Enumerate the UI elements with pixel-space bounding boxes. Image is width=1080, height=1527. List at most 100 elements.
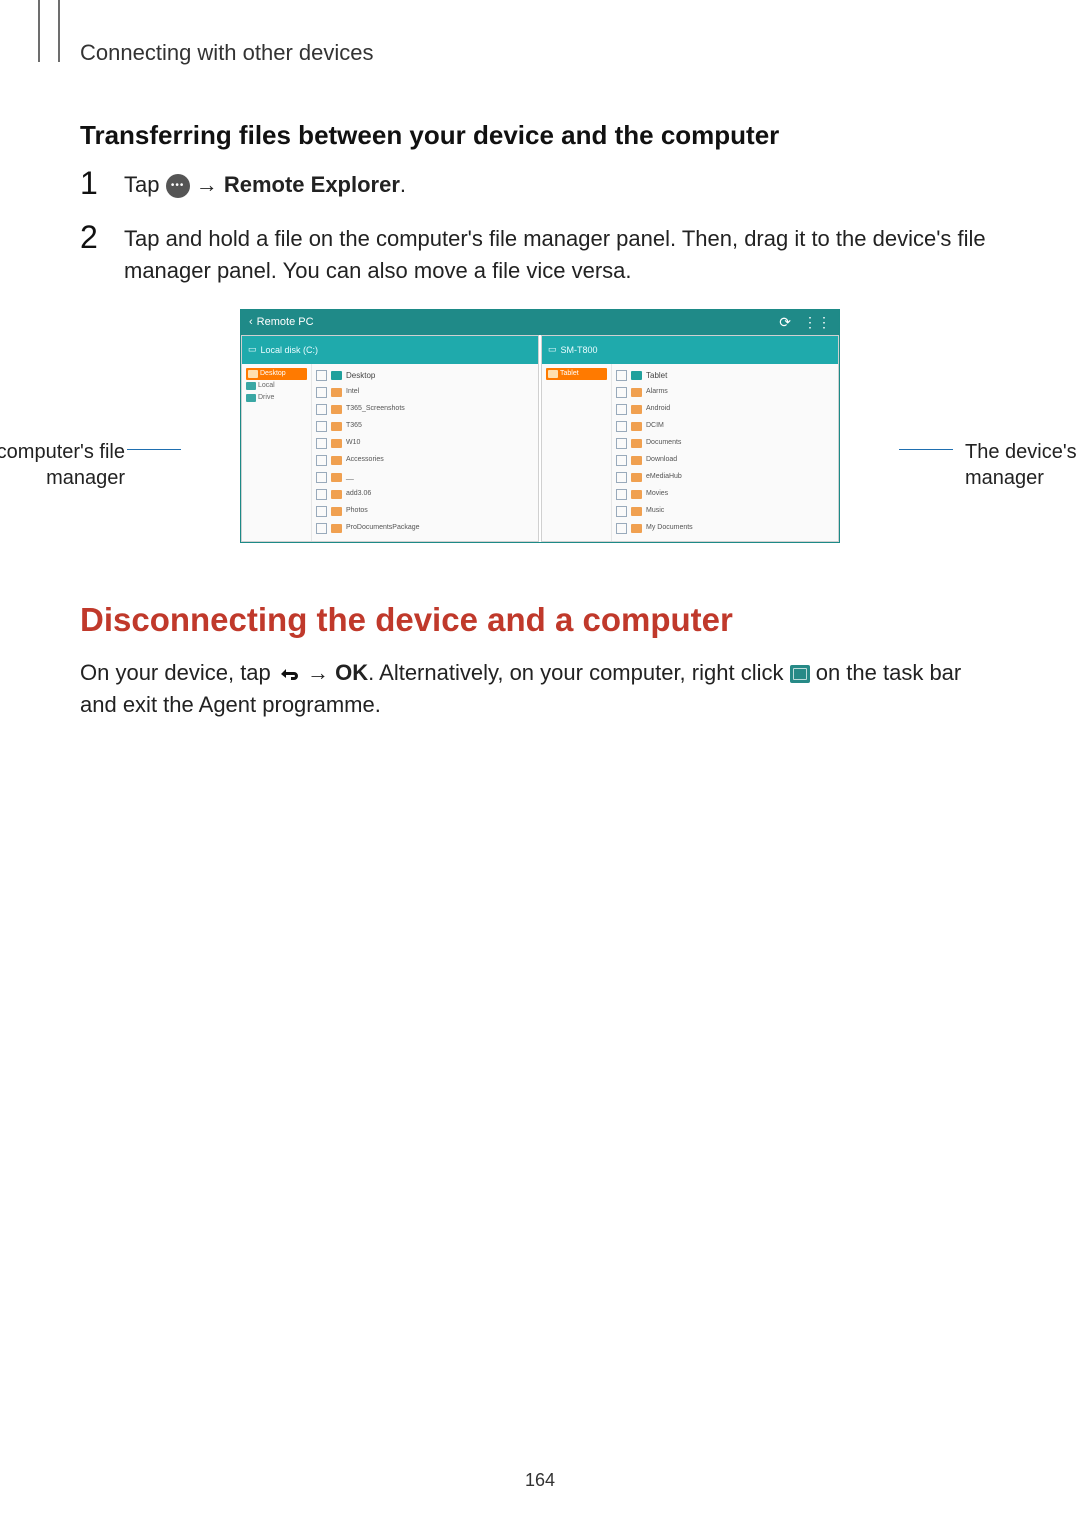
list-item[interactable]: DCIM	[616, 418, 832, 435]
callout-right: The device's file manager	[965, 439, 1080, 491]
step-1-pre: Tap	[124, 172, 166, 197]
computer-file-pane[interactable]: ▭ Local disk (C:) Desktop Local Drive Desk…	[241, 335, 539, 542]
grid-view-icon[interactable]: ⋮⋮	[803, 314, 831, 331]
disconnect-arrow: →	[307, 660, 335, 685]
tree-item-label: Local	[258, 382, 275, 389]
page-number: 164	[0, 1470, 1080, 1491]
list-item[interactable]: Accessories	[316, 452, 532, 469]
checkbox[interactable]	[316, 438, 327, 449]
list-item[interactable]: ProDocumentsPackage	[316, 520, 532, 537]
tree-item[interactable]: Tablet	[546, 368, 607, 380]
subheading: Transferring files between your device a…	[80, 120, 1000, 151]
monitor-icon: ▭	[248, 344, 257, 355]
tree-item-label: Tablet	[560, 370, 579, 377]
list-item[interactable]: Intel	[316, 384, 532, 401]
checkbox[interactable]	[616, 421, 627, 432]
folder-icon	[631, 524, 642, 533]
select-all-checkbox[interactable]	[316, 370, 327, 381]
list-item[interactable]: My Documents	[616, 520, 832, 537]
running-header: Connecting with other devices	[80, 40, 1000, 66]
device-file-pane[interactable]: ▭ SM-T800 Tablet Tablet A	[541, 335, 839, 542]
checkbox[interactable]	[316, 455, 327, 466]
checkbox[interactable]	[616, 472, 627, 483]
folder-icon	[248, 370, 258, 378]
folder-icon	[331, 371, 342, 380]
disconnect-mid: . Alternatively, on your computer, right…	[368, 660, 789, 685]
computer-pane-header: ▭ Local disk (C:)	[242, 336, 538, 364]
folder-icon	[631, 456, 642, 465]
list-item[interactable]: Music	[616, 503, 832, 520]
folder-icon	[631, 507, 642, 516]
item-name: Download	[646, 456, 677, 464]
device-pane-header-label: SM-T800	[561, 345, 598, 355]
list-item[interactable]: W10	[316, 435, 532, 452]
folder-icon	[331, 439, 342, 448]
folder-icon	[631, 388, 642, 397]
list-item[interactable]: Download	[616, 452, 832, 469]
computer-pane-header-label: Local disk (C:)	[261, 345, 319, 355]
refresh-icon[interactable]: ⟳	[779, 314, 791, 331]
select-all-checkbox[interactable]	[616, 370, 627, 381]
device-pane-header: ▭ SM-T800	[542, 336, 838, 364]
item-name: Android	[646, 405, 670, 413]
checkbox[interactable]	[616, 387, 627, 398]
folder-icon	[631, 473, 642, 482]
list-item[interactable]: Documents	[616, 435, 832, 452]
computer-breadcrumb: Desktop	[346, 371, 375, 380]
checkbox[interactable]	[316, 421, 327, 432]
checkbox[interactable]	[616, 489, 627, 500]
item-name: Movies	[646, 490, 668, 498]
list-item[interactable]: eMediaHub	[616, 469, 832, 486]
checkbox[interactable]	[316, 387, 327, 398]
tree-item[interactable]: Drive	[246, 392, 307, 404]
list-item[interactable]: Photos	[316, 503, 532, 520]
folder-icon	[331, 405, 342, 414]
item-name: Music	[646, 507, 664, 515]
list-item[interactable]: add3.06	[316, 486, 532, 503]
folder-icon	[631, 371, 642, 380]
item-name: __	[346, 473, 354, 481]
computer-tree[interactable]: Desktop Local Drive	[242, 364, 312, 541]
checkbox[interactable]	[316, 506, 327, 517]
list-item[interactable]: Alarms	[616, 384, 832, 401]
remote-pc-figure: The computer's file manager The device's…	[115, 309, 965, 543]
list-item[interactable]: __	[316, 469, 532, 486]
checkbox[interactable]	[316, 472, 327, 483]
checkbox[interactable]	[616, 523, 627, 534]
tree-item[interactable]: Local	[246, 380, 307, 392]
folder-icon	[548, 370, 558, 378]
checkbox[interactable]	[316, 489, 327, 500]
folder-icon	[331, 456, 342, 465]
disconnect-pre: On your device, tap	[80, 660, 277, 685]
tree-item[interactable]: Desktop	[246, 368, 307, 380]
checkbox[interactable]	[616, 438, 627, 449]
item-name: T365_Screenshots	[346, 405, 405, 413]
folder-icon	[331, 388, 342, 397]
folder-icon	[331, 422, 342, 431]
checkbox[interactable]	[616, 404, 627, 415]
device-file-list[interactable]: Tablet AlarmsAndroidDCIMDocumentsDownloa…	[612, 364, 838, 541]
checkbox[interactable]	[616, 455, 627, 466]
list-item[interactable]: Android	[616, 401, 832, 418]
computer-file-list[interactable]: Desktop Intel T365_Screenshots T365 W10 Acce…	[312, 364, 538, 541]
list-item[interactable]: T365	[316, 418, 532, 435]
checkbox[interactable]	[316, 523, 327, 534]
item-name: Accessories	[346, 456, 384, 464]
folder-icon	[246, 394, 256, 402]
device-tree[interactable]: Tablet	[542, 364, 612, 541]
back-chevron-icon[interactable]: ‹	[249, 316, 253, 328]
page-edge-marks	[38, 0, 60, 62]
folder-icon	[631, 490, 642, 499]
list-item[interactable]: T365_Screenshots	[316, 401, 532, 418]
checkbox[interactable]	[316, 404, 327, 415]
item-name: Intel	[346, 388, 359, 396]
back-icon	[277, 664, 301, 684]
step-number-2: 2	[80, 221, 124, 253]
folder-icon	[331, 524, 342, 533]
step-number-1: 1	[80, 167, 124, 199]
section-title-disconnect: Disconnecting the device and a computer	[80, 601, 1000, 639]
list-item[interactable]: Movies	[616, 486, 832, 503]
checkbox[interactable]	[616, 506, 627, 517]
item-name: W10	[346, 439, 360, 447]
step-1-end: .	[400, 172, 406, 197]
